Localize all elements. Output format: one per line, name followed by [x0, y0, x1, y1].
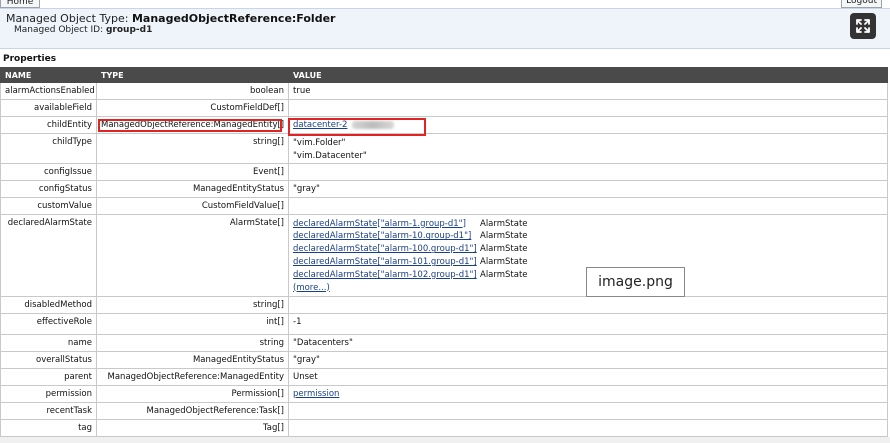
property-value: "vim.Folder" "vim.Datacenter": [288, 133, 888, 164]
table-header-row: NAME TYPE VALUE: [0, 67, 888, 83]
section-title: Properties: [3, 54, 57, 64]
property-value: "Datacenters": [288, 333, 888, 352]
table-row: parent ManagedObjectReference:ManagedEnt…: [0, 367, 888, 386]
value-line: "vim.Datacenter": [293, 150, 367, 161]
property-type: Permission[]: [96, 384, 289, 403]
property-type: Event[]: [96, 162, 289, 181]
property-name: tag: [0, 418, 97, 437]
logout-link[interactable]: Logout: [841, 0, 882, 8]
property-type: CustomFieldDef[]: [96, 99, 289, 117]
property-name: customValue: [0, 196, 97, 215]
object-header: Managed Object Type: ManagedObjectRefere…: [0, 8, 890, 49]
property-value: [288, 162, 888, 181]
column-header-value: VALUE: [288, 67, 888, 83]
alarm-link[interactable]: declaredAlarmState["alarm-101.group-d1"]: [293, 256, 480, 269]
property-name: permission: [0, 384, 97, 403]
alarm-link[interactable]: declaredAlarmState["alarm-100.group-d1"]: [293, 243, 480, 256]
alarm-type: AlarmState: [480, 231, 528, 242]
table-row: name string "Datacenters": [0, 333, 888, 352]
alarm-type: AlarmState: [480, 269, 528, 280]
property-type: ManagedObjectReference:Task[]: [96, 401, 289, 420]
id-label: Managed Object ID:: [14, 25, 106, 35]
table-row: declaredAlarmState AlarmState[] declared…: [0, 213, 888, 297]
property-type: AlarmState[]: [96, 213, 289, 297]
expand-arrows-icon: [856, 19, 870, 33]
property-value: [288, 295, 888, 314]
fullscreen-button[interactable]: [850, 13, 876, 39]
column-header-name: NAME: [0, 67, 97, 83]
table-row: availableField CustomFieldDef[]: [0, 99, 888, 117]
managed-object-id: Managed Object ID: group-d1: [14, 25, 152, 35]
property-name: parent: [0, 367, 97, 386]
property-value: "gray": [288, 350, 888, 369]
property-name: childEntity: [0, 116, 97, 134]
id-value: group-d1: [105, 25, 153, 35]
property-type: string[]: [96, 133, 289, 164]
alarm-entry: declaredAlarmState["alarm-10.group-d1"] A…: [293, 230, 883, 243]
type-label: Managed Object Type:: [6, 12, 132, 25]
alarm-link[interactable]: declaredAlarmState["alarm-102.group-d1"]: [293, 269, 480, 282]
property-name: availableField: [0, 99, 97, 117]
table-row: configIssue Event[]: [0, 162, 888, 181]
image-label-overlay: image.png: [586, 267, 685, 297]
property-type: CustomFieldValue[]: [96, 196, 289, 215]
property-name: alarmActionsEnabled: [0, 82, 97, 100]
property-name: childType: [0, 133, 97, 164]
property-type: ManagedObjectReference:ManagedEntity: [96, 367, 289, 386]
table-row: configStatus ManagedEntityStatus "gray": [0, 179, 888, 198]
property-type: ManagedEntityStatus: [96, 350, 289, 369]
value-line: "vim.Folder": [293, 138, 346, 148]
alarm-type: AlarmState: [480, 218, 528, 229]
table-row: disabledMethod string[]: [0, 295, 888, 314]
property-name: recentTask: [0, 401, 97, 420]
property-value: "gray": [288, 179, 888, 198]
property-value: [288, 99, 888, 117]
table-row: effectiveRole int[] -1: [0, 312, 888, 335]
type-value: ManagedObjectReference:Folder: [131, 12, 336, 25]
table-row: alarmActionsEnabled boolean true: [0, 82, 888, 100]
property-value: -1: [288, 312, 888, 335]
property-value: [288, 401, 888, 420]
property-value: [288, 418, 888, 437]
property-name: effectiveRole: [0, 312, 97, 335]
property-name: overallStatus: [0, 350, 97, 369]
property-value: [288, 196, 888, 215]
property-type: string[]: [96, 295, 289, 314]
highlight-box-value: [288, 118, 426, 136]
alarm-entry: declaredAlarmState["alarm-1.group-d1"] Al…: [293, 218, 883, 231]
alarm-type: AlarmState: [480, 256, 528, 267]
table-row: recentTask ManagedObjectReference:Task[]: [0, 401, 888, 420]
property-type: ManagedEntityStatus: [96, 179, 289, 198]
property-type: boolean: [96, 82, 289, 100]
property-type: int[]: [96, 312, 289, 335]
property-type: Tag[]: [96, 418, 289, 437]
property-name: disabledMethod: [0, 295, 97, 314]
property-name: name: [0, 333, 97, 352]
home-link[interactable]: Home: [0, 0, 40, 8]
bottom-strip: [0, 437, 890, 443]
column-header-type: TYPE: [96, 67, 289, 83]
alarm-link[interactable]: declaredAlarmState["alarm-10.group-d1"]: [293, 230, 480, 243]
table-row: tag Tag[]: [0, 418, 888, 437]
table-row: customValue CustomFieldValue[]: [0, 196, 888, 215]
alarm-entry: declaredAlarmState["alarm-100.group-d1"]…: [293, 243, 883, 256]
table-row: childType string[] "vim.Folder" "vim.Dat…: [0, 133, 888, 164]
alarm-link[interactable]: declaredAlarmState["alarm-1.group-d1"]: [293, 218, 480, 231]
alarm-type: AlarmState: [480, 244, 528, 255]
property-name: declaredAlarmState: [0, 213, 97, 297]
property-type: string: [96, 333, 289, 352]
property-name: configStatus: [0, 179, 97, 198]
property-value: permission: [288, 384, 888, 403]
property-value: true: [288, 82, 888, 100]
permission-link[interactable]: permission: [293, 389, 339, 399]
highlight-box-type: [98, 119, 282, 132]
table-row: overallStatus ManagedEntityStatus "gray": [0, 350, 888, 369]
property-value: Unset: [288, 367, 888, 386]
table-row: permission Permission[] permission: [0, 384, 888, 403]
managed-object-type: Managed Object Type: ManagedObjectRefere…: [6, 12, 335, 25]
property-name: configIssue: [0, 162, 97, 181]
